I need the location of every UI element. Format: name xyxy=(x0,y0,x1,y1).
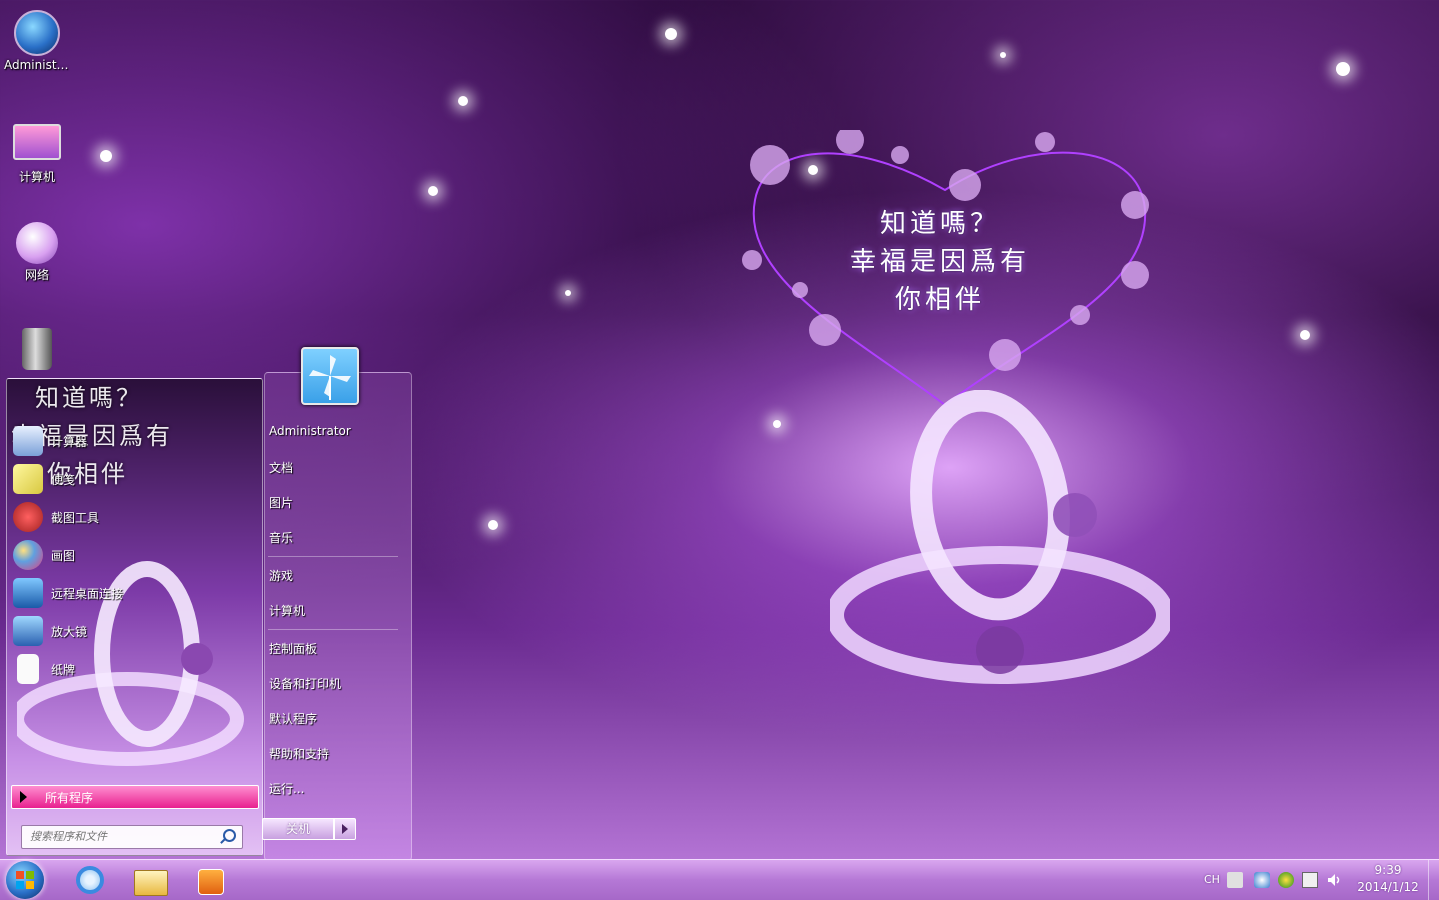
start-menu: 知道嗎？ 幸福是因爲有 你相伴 计算器 便笺 截图工具 画图 远程桌面连接 放大… xyxy=(6,372,412,861)
taskbar-internet-explorer[interactable] xyxy=(66,862,116,898)
wallpaper-line-2: 幸福是因爲有 xyxy=(849,247,1030,277)
volume-icon[interactable] xyxy=(1326,872,1342,888)
keyboard-icon[interactable] xyxy=(1227,872,1243,888)
pinwheel-icon xyxy=(309,355,351,400)
all-programs-button[interactable]: 所有程序 xyxy=(11,785,259,809)
program-paint[interactable]: 画图 xyxy=(13,537,257,573)
paint-icon xyxy=(13,540,43,570)
menu-item-help-support[interactable]: 帮助和支持 xyxy=(269,745,329,762)
snipping-tool-icon xyxy=(13,502,43,532)
taskbar-file-explorer[interactable] xyxy=(126,862,176,898)
program-sticky-notes[interactable]: 便笺 xyxy=(13,461,257,497)
taskbar: CH 9:39 2014/1/12 xyxy=(0,859,1439,900)
network-icon xyxy=(16,222,58,264)
menu-item-pictures[interactable]: 图片 xyxy=(269,494,293,511)
search-input[interactable] xyxy=(22,826,228,846)
menu-item-control-panel[interactable]: 控制面板 xyxy=(269,640,317,657)
show-desktop-button[interactable] xyxy=(1428,860,1439,900)
desktop-icon-administrator[interactable]: Administr... xyxy=(4,10,70,72)
clock-date: 2014/1/12 xyxy=(1357,880,1419,894)
menu-item-computer[interactable]: 计算机 xyxy=(269,602,305,619)
wallpaper-line-3: 你相伴 xyxy=(894,285,985,315)
program-solitaire[interactable]: 纸牌 xyxy=(13,651,257,687)
remote-desktop-icon xyxy=(13,578,43,608)
start-button[interactable] xyxy=(6,861,44,899)
desktop-icon-label: 网络 xyxy=(24,268,49,282)
program-label: 截图工具 xyxy=(51,510,100,525)
sticky-notes-icon xyxy=(13,464,43,494)
program-label: 画图 xyxy=(51,548,76,563)
wallpaper-line-1: 知道嗎？ xyxy=(879,209,1000,239)
search-box[interactable] xyxy=(21,825,243,849)
language-indicator[interactable]: CH xyxy=(1204,873,1220,886)
menu-item-run[interactable]: 运行... xyxy=(269,780,304,797)
security-icon[interactable] xyxy=(1278,872,1294,888)
media-player-icon xyxy=(198,869,224,895)
start-menu-programs-pane: 知道嗎？ 幸福是因爲有 你相伴 计算器 便笺 截图工具 画图 远程桌面连接 放大… xyxy=(6,378,263,856)
computer-icon xyxy=(13,124,61,160)
menu-item-devices-printers[interactable]: 设备和打印机 xyxy=(269,675,341,692)
program-calculator[interactable]: 计算器 xyxy=(13,423,257,459)
calculator-icon xyxy=(13,426,43,456)
all-programs-label: 所有程序 xyxy=(45,790,94,805)
system-clock[interactable]: 9:39 2014/1/12 xyxy=(1354,862,1422,896)
desktop-icon-network[interactable]: 网络 xyxy=(4,222,70,283)
program-magnifier[interactable]: 放大镜 xyxy=(13,613,257,649)
menu-item-default-programs[interactable]: 默认程序 xyxy=(269,710,317,727)
shutdown-button[interactable]: 关机 xyxy=(262,818,334,840)
arrow-right-icon xyxy=(20,791,27,803)
desktop-icon-recycle-bin[interactable] xyxy=(4,328,70,372)
menu-separator xyxy=(268,556,398,557)
clock-time: 9:39 xyxy=(1374,863,1402,877)
wallpaper-text: 知道嗎？ 幸福是因爲有 你相伴 xyxy=(820,205,1060,319)
recycle-bin-icon xyxy=(22,328,52,370)
solitaire-icon xyxy=(17,654,39,684)
program-label: 便笺 xyxy=(51,472,76,487)
promo-line-1: 知道嗎？ xyxy=(35,384,143,412)
internet-explorer-icon xyxy=(76,866,104,894)
user-avatar[interactable] xyxy=(301,347,359,405)
rings-decoration xyxy=(830,390,1170,684)
menu-item-documents[interactable]: 文档 xyxy=(269,459,293,476)
search-icon[interactable] xyxy=(223,829,236,842)
magnifier-icon xyxy=(13,616,43,646)
desktop-icon-computer[interactable]: 计算机 xyxy=(4,120,70,185)
program-label: 放大镜 xyxy=(51,624,88,639)
program-snipping-tool[interactable]: 截图工具 xyxy=(13,499,257,535)
user-folder-icon xyxy=(14,10,60,56)
desktop-icon-label: 计算机 xyxy=(18,170,55,184)
program-label: 远程桌面连接 xyxy=(51,586,124,601)
menu-item-music[interactable]: 音乐 xyxy=(269,529,293,546)
program-label: 纸牌 xyxy=(51,662,76,677)
program-label: 计算器 xyxy=(51,434,88,449)
file-explorer-icon xyxy=(134,870,168,896)
menu-separator xyxy=(268,629,398,630)
taskbar-media-player[interactable] xyxy=(186,862,236,898)
menu-item-user[interactable]: Administrator xyxy=(269,424,351,438)
shutdown-options-button[interactable] xyxy=(334,818,356,840)
windows-logo-icon xyxy=(16,871,34,889)
menu-item-games[interactable]: 游戏 xyxy=(269,567,293,584)
desktop-icon-label: Administr... xyxy=(4,58,70,72)
program-remote-desktop[interactable]: 远程桌面连接 xyxy=(13,575,257,611)
network-tray-icon[interactable] xyxy=(1302,872,1318,888)
refresh-icon[interactable] xyxy=(1254,872,1270,888)
